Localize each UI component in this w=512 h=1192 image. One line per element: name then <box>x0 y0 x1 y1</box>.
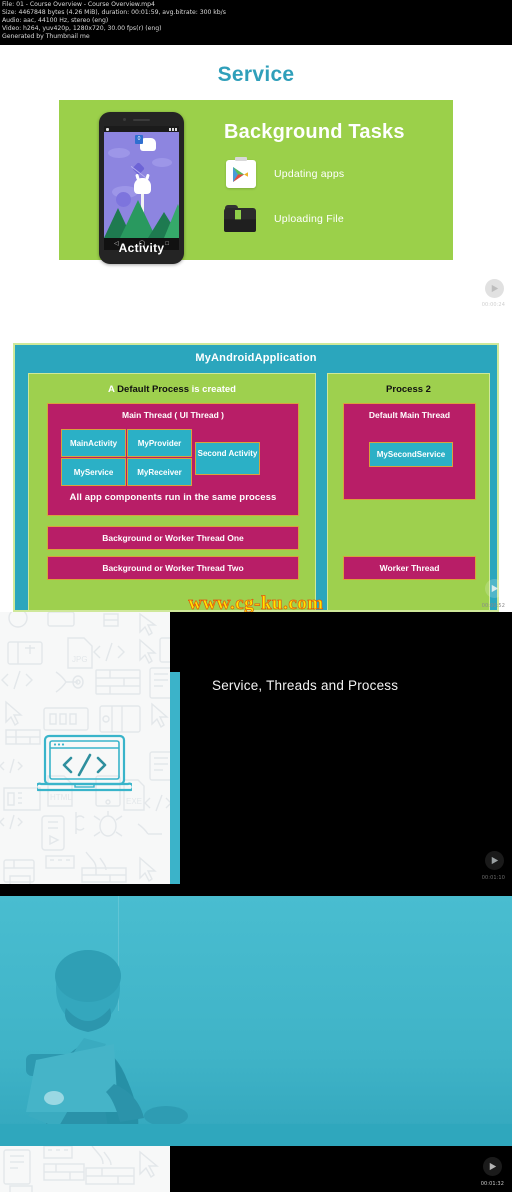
component-box: MyReceiver <box>127 458 192 486</box>
task-row-updating-apps: Updating apps <box>226 157 345 188</box>
title-emphasis: Default Process <box>117 384 189 395</box>
phone-screen: 0 <box>104 126 179 238</box>
phone-caption: Activity <box>118 241 165 255</box>
play-store-icon <box>226 157 256 188</box>
status-notification-icon <box>106 127 109 131</box>
svg-text:EXE: EXE <box>126 797 142 806</box>
component-box: MainActivity <box>61 429 126 457</box>
worker-thread-one-box: Background or Worker Thread One <box>47 526 299 550</box>
default-process-column: A Default Process is created Main Thread… <box>28 373 316 611</box>
play-overlay-icon[interactable] <box>485 851 504 870</box>
signal-icon <box>169 127 171 131</box>
task-label: Updating apps <box>274 168 345 180</box>
title-prefix: A <box>108 384 118 395</box>
worker-thread-two-box: Background or Worker Thread Two <box>47 556 299 580</box>
laptop-code-icon <box>37 734 132 792</box>
worker-thread-label: Worker Thread <box>379 563 440 573</box>
info-line-file: File: 01 - Course Overview - Course Over… <box>2 1 155 8</box>
thumbnail-panel-title-card[interactable]: JPG HTML EXE Service, Threads and Proces… <box>0 612 512 884</box>
default-main-thread-box: Default Main Thread MySecondService <box>343 403 476 500</box>
component-grid: MainActivity MyProvider MyService MyRece… <box>61 429 192 486</box>
tech-icon-pattern: JPG HTML EXE <box>0 612 170 884</box>
application-container: MyAndroidApplication A Default Process i… <box>13 343 499 612</box>
mountain-shape <box>164 204 179 238</box>
marshmallow-icon <box>134 178 151 194</box>
info-line-size: Size: 4467848 bytes (4.26 MiB), duration… <box>2 9 226 17</box>
site-watermark: www.cg-ku.com <box>188 593 324 612</box>
my-second-service-box: MySecondService <box>369 442 453 467</box>
title-card-backdrop <box>170 612 512 884</box>
default-process-title: A Default Process is created <box>29 384 315 395</box>
title-card-caption: Service, Threads and Process <box>212 678 399 693</box>
same-process-note: All app components run in the same proce… <box>69 492 277 503</box>
notification-badge: 0 <box>135 135 143 144</box>
video-letterbox <box>170 1146 512 1192</box>
worker-thread-label: Background or Worker Thread Two <box>102 563 244 573</box>
phone-earpiece-icon <box>133 119 150 121</box>
cloud-shape <box>108 148 130 158</box>
desk-surface <box>0 1124 512 1146</box>
timestamp-label: 00:00:24 <box>481 302 505 308</box>
pattern-icons-bottom <box>3 1146 159 1192</box>
background-tasks-slide: 0 ◁ ◯ □ Activity Background Tasks Updati… <box>59 100 453 264</box>
slide-title: Service <box>217 63 295 86</box>
application-title: MyAndroidApplication <box>195 352 317 364</box>
media-info-block: File: 01 - Course Overview - Course Over… <box>0 0 512 45</box>
phone-camera-icon <box>123 118 126 121</box>
teal-accent-bar <box>170 672 180 884</box>
cloud-shape <box>152 158 172 167</box>
phone-status-bar <box>104 126 179 132</box>
main-thread-label: Main Thread ( UI Thread ) <box>121 410 224 420</box>
process-2-column: Process 2 Default Main Thread MySecondSe… <box>327 373 490 611</box>
task-row-uploading-file: Uploading File <box>224 205 344 232</box>
video-frame <box>0 896 512 1146</box>
process-2-title: Process 2 <box>386 384 431 395</box>
info-line-generator: Generated by Thumbnail me <box>2 33 90 41</box>
info-line-audio: Audio: aac, 44100 Hz, stereo (eng) <box>2 17 109 25</box>
tech-icon-pattern-strip <box>0 1146 170 1192</box>
worker-thread-box: Worker Thread <box>343 556 476 580</box>
instructor-silhouette <box>26 950 188 1128</box>
phone-mockup: 0 ◁ ◯ □ Activity <box>99 112 184 264</box>
second-activity-box: Second Activity <box>195 442 260 475</box>
component-box: MyService <box>61 458 126 486</box>
thumbnail-panel-service[interactable]: Service 0 ◁ ◯ □ Activity Background Task… <box>0 45 512 312</box>
worker-thread-label: Background or Worker Thread One <box>102 533 244 543</box>
thumbnail-panel-instructor[interactable]: 00:01:32 <box>0 884 512 1192</box>
background-tasks-heading: Background Tasks <box>224 121 405 143</box>
thumbnail-panel-diagram[interactable]: MyAndroidApplication A Default Process i… <box>0 312 512 612</box>
main-thread-box: Main Thread ( UI Thread ) MainActivity M… <box>47 403 299 516</box>
default-main-thread-label: Default Main Thread <box>368 410 451 420</box>
download-folder-icon <box>224 205 256 232</box>
wifi-icon <box>172 127 174 131</box>
timestamp-label: 00:01:10 <box>481 875 505 881</box>
title-suffix: is created <box>188 384 236 395</box>
component-box: MyProvider <box>127 429 192 457</box>
timestamp-label: 00:01:32 <box>480 1181 504 1187</box>
battery-icon <box>175 127 177 131</box>
svg-text:JPG: JPG <box>72 655 88 664</box>
play-overlay-icon[interactable] <box>485 279 504 298</box>
task-label: Uploading File <box>274 212 344 225</box>
play-overlay-icon[interactable] <box>483 1157 502 1176</box>
info-line-video: Video: h264, yuv420p, 1280x720, 30.00 fp… <box>2 25 162 33</box>
thumbnail-sheet: File: 01 - Course Overview - Course Over… <box>0 0 512 1192</box>
